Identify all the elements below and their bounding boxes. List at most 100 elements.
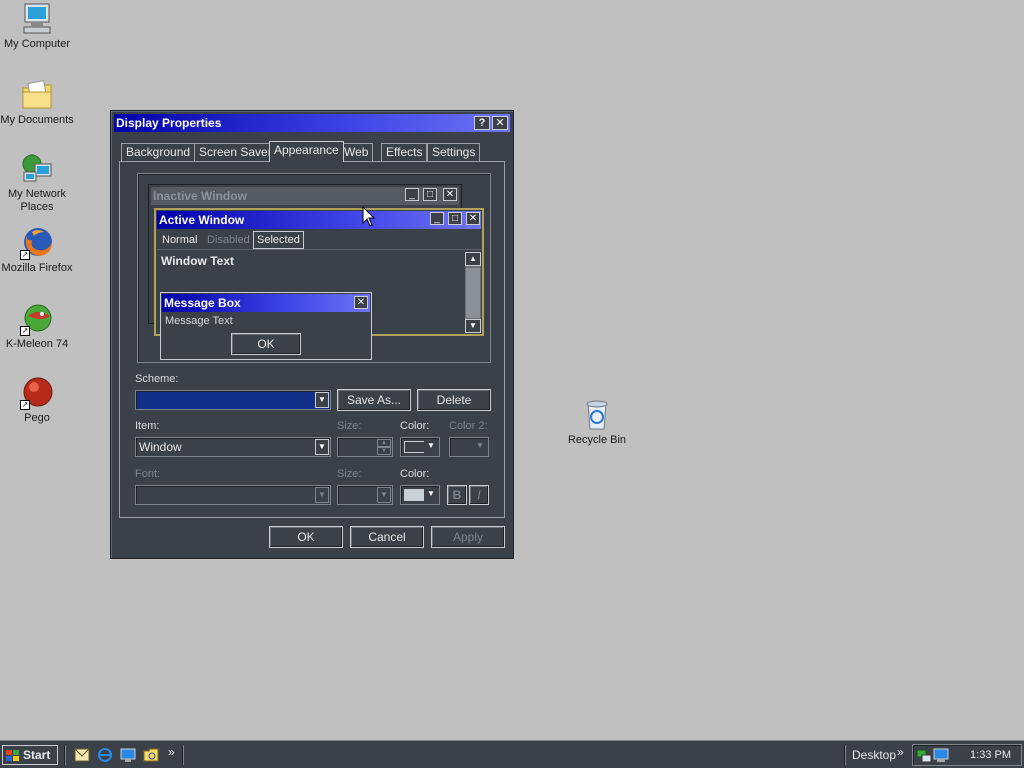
- desktop-icon-pego[interactable]: ↗ Pego: [0, 376, 74, 425]
- tab-screen-saver[interactable]: Screen Saver: [194, 143, 277, 161]
- desktop-icon-label: My Computer: [3, 38, 71, 50]
- item-color-picker[interactable]: ▼: [400, 437, 440, 457]
- apply-button[interactable]: Apply: [431, 526, 505, 548]
- italic-button[interactable]: I: [469, 485, 489, 505]
- font-color-picker[interactable]: ▼: [400, 485, 440, 505]
- quicklaunch-desktop-icon[interactable]: [120, 747, 136, 763]
- system-tray: 1:33 PM: [912, 744, 1022, 766]
- tab-web[interactable]: Web: [339, 143, 374, 161]
- item-value: Window: [139, 440, 182, 454]
- font-select[interactable]: ▼: [135, 485, 331, 505]
- quicklaunch-ie-icon[interactable]: [97, 747, 113, 763]
- display-properties-dialog: Display Properties ? ✕ Background Screen…: [110, 110, 514, 559]
- dialog-titlebar[interactable]: Display Properties ? ✕: [114, 114, 510, 132]
- quicklaunch-explorer-icon[interactable]: [143, 747, 159, 763]
- font-size-select[interactable]: ▼: [337, 485, 393, 505]
- tab-background[interactable]: Background: [121, 143, 196, 161]
- desktop-icon-label: Pego: [24, 412, 50, 424]
- save-as-button[interactable]: Save As...: [337, 389, 411, 411]
- desktop-icon-label: My Network: [7, 188, 67, 200]
- delete-button[interactable]: Delete: [417, 389, 491, 411]
- tab-effects[interactable]: Effects: [381, 143, 428, 161]
- scrollbar-thumb[interactable]: [466, 268, 480, 318]
- spin-up-icon[interactable]: ▲: [377, 439, 391, 447]
- preview-window-text: Window Text: [161, 254, 234, 268]
- desktop-icon-label: Recycle Bin: [567, 434, 627, 446]
- chevron-down-icon[interactable]: ▼: [315, 392, 329, 408]
- appearance-preview[interactable]: Inactive Window _ □ ✕ Active Window _ □ …: [137, 173, 491, 363]
- shortcut-arrow-icon: ↗: [20, 326, 30, 336]
- quicklaunch-more-chevron[interactable]: »: [168, 745, 175, 759]
- desktop-icon-network-places[interactable]: My Network Places: [0, 152, 74, 214]
- item-color2-label: Color 2:: [449, 420, 488, 432]
- firefox-icon: ↗: [20, 226, 54, 260]
- desktop-icon-kmeleon[interactable]: ↗ K-Meleon 74: [0, 302, 74, 351]
- dialog-title: Display Properties: [116, 116, 222, 130]
- tray-display-icon[interactable]: [933, 747, 949, 766]
- desktop-toolbar-chevron[interactable]: »: [897, 745, 904, 759]
- clock[interactable]: 1:33 PM: [970, 749, 1011, 761]
- quicklaunch-outlook-icon[interactable]: [74, 747, 90, 763]
- chevron-down-icon[interactable]: ▼: [424, 439, 438, 455]
- close-icon: ✕: [495, 117, 505, 129]
- preview-scrollbar[interactable]: ▲ ▼: [465, 252, 481, 333]
- kmeleon-icon: ↗: [20, 302, 54, 336]
- tab-appearance[interactable]: Appearance: [269, 141, 344, 162]
- scheme-label: Scheme:: [135, 373, 179, 385]
- preview-message-box[interactable]: Message Box ✕ Message Text OK: [160, 292, 372, 360]
- ok-button[interactable]: OK: [269, 526, 343, 548]
- preview-menu-disabled[interactable]: Disabled: [204, 231, 253, 249]
- tab-settings[interactable]: Settings: [427, 143, 481, 161]
- chevron-down-icon[interactable]: ▼: [315, 487, 329, 503]
- preview-active-title: Active Window: [159, 213, 245, 227]
- taskbar-separator: [844, 745, 846, 765]
- chevron-down-icon[interactable]: ▼: [424, 487, 438, 503]
- desktop-toolbar-label[interactable]: Desktop: [852, 748, 896, 762]
- color-swatch: [404, 489, 426, 501]
- windows-flag-icon: [6, 749, 20, 761]
- maximize-icon: □: [423, 188, 437, 201]
- item-color-label: Color:: [400, 420, 430, 432]
- preview-ok-button[interactable]: OK: [231, 333, 301, 355]
- desktop-icon-label-line2: Places: [20, 201, 54, 213]
- item-color2-picker[interactable]: ▼: [449, 437, 489, 457]
- taskbar-separator: [64, 745, 66, 765]
- item-label: Item:: [135, 420, 160, 432]
- item-size-label: Size:: [337, 420, 362, 432]
- item-size-spinner[interactable]: ▲ ▼: [337, 437, 393, 457]
- desktop-icon-firefox[interactable]: ↗ Mozilla Firefox: [0, 226, 74, 275]
- preview-menu-selected[interactable]: Selected: [253, 231, 304, 249]
- taskbar-separator: [182, 745, 184, 765]
- preview-message-text: Message Text: [165, 315, 233, 327]
- help-button[interactable]: ?: [474, 116, 490, 130]
- chevron-down-icon[interactable]: ▼: [315, 439, 329, 455]
- recycle-bin-icon: [580, 398, 614, 432]
- minimize-icon: _: [405, 188, 419, 201]
- desktop-icon-label: My Documents: [0, 114, 74, 126]
- item-select[interactable]: Window ▼: [135, 437, 331, 457]
- preview-menu-bar: Normal Disabled Selected: [157, 230, 481, 250]
- close-button[interactable]: ✕: [492, 116, 508, 130]
- font-label: Font:: [135, 468, 161, 480]
- chevron-down-icon[interactable]: ▼: [473, 439, 487, 455]
- scheme-select[interactable]: ▼: [135, 390, 331, 410]
- tray-network-icon[interactable]: [916, 747, 932, 766]
- font-size-label: Size:: [337, 468, 362, 480]
- scroll-down-icon[interactable]: ▼: [465, 319, 481, 333]
- spin-down-icon[interactable]: ▼: [377, 447, 391, 455]
- font-color-label: Color:: [400, 468, 430, 480]
- preview-message-titlebar: Message Box: [162, 294, 370, 312]
- chevron-down-icon[interactable]: ▼: [377, 487, 391, 503]
- color-swatch: [404, 441, 426, 453]
- cancel-button[interactable]: Cancel: [350, 526, 424, 548]
- preview-menu-normal[interactable]: Normal: [159, 231, 200, 249]
- desktop-icon-label: K-Meleon 74: [5, 338, 69, 350]
- folder-documents-icon: [20, 78, 54, 112]
- bold-button[interactable]: B: [447, 485, 467, 505]
- start-button[interactable]: Start: [2, 745, 58, 765]
- desktop-icon-my-documents[interactable]: My Documents: [0, 78, 74, 127]
- close-icon: ✕: [466, 212, 480, 225]
- desktop-icon-recycle-bin[interactable]: Recycle Bin: [560, 398, 634, 447]
- scroll-up-icon[interactable]: ▲: [465, 252, 481, 266]
- desktop-icon-my-computer[interactable]: My Computer: [0, 2, 74, 51]
